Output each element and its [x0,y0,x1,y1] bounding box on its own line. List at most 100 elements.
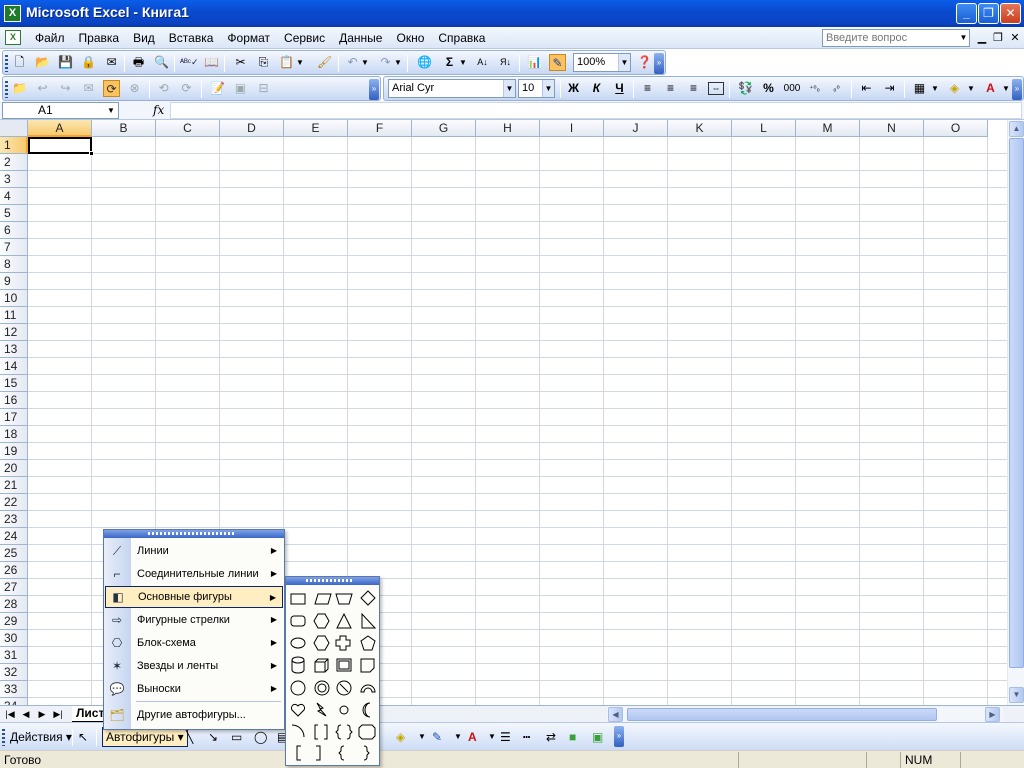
italic-button[interactable]: К [588,80,605,97]
row-header[interactable]: 11 [0,307,28,324]
row-header[interactable]: 31 [0,647,28,664]
column-header[interactable]: G [412,120,476,137]
doc-restore-icon[interactable]: ❐ [991,30,1005,46]
undo-icon[interactable]: ↶ [344,54,361,71]
column-header[interactable]: K [668,120,732,137]
formula-input[interactable] [170,102,1022,119]
align-center-icon[interactable]: ≡ [662,80,679,97]
last-sheet-icon[interactable]: ▶| [52,707,64,722]
hyperlink-icon[interactable]: 🌐 [416,54,433,71]
vertical-scrollbar[interactable]: ▲ ▼ [1007,120,1024,705]
row-header[interactable]: 15 [0,375,28,392]
select-all-corner[interactable] [0,120,28,137]
fill-handle[interactable] [89,151,94,156]
hexagon-shape[interactable] [313,635,330,651]
column-header[interactable]: M [796,120,860,137]
row-header[interactable]: 27 [0,579,28,596]
row-header[interactable]: 8 [0,256,28,273]
column-header[interactable]: J [604,120,668,137]
row-header[interactable]: 5 [0,205,28,222]
autoshapes-menu-item[interactable]: ✶ Звезды и ленты ▶ [105,655,283,677]
font-color-draw-dropdown-icon[interactable]: ▼ [488,728,496,746]
actions-menu[interactable]: Действия ▾ [10,728,72,746]
cube-shape[interactable] [314,658,329,673]
cut-icon[interactable]: ✂ [232,54,249,71]
autoshapes-menu-item[interactable]: ⇨ Фигурные стрелки ▶ [105,609,283,631]
shadow-icon[interactable]: ■ [569,728,576,746]
end-review-icon[interactable]: ⊗ [126,80,143,97]
paste-icon[interactable]: 📋 [278,54,295,71]
row-header[interactable]: 21 [0,477,28,494]
row-header[interactable]: 19 [0,443,28,460]
menu-item[interactable]: Справка [431,27,492,49]
line-icon[interactable]: ╲ [186,728,193,746]
sort-desc-icon[interactable]: Я↓ [497,54,514,71]
arrow-style-icon[interactable]: ⇄ [546,728,556,746]
permission-icon[interactable]: 🔒 [80,54,97,71]
borders-dropdown-icon[interactable]: ▼ [930,80,940,97]
next-icon[interactable]: ⟳ [178,80,195,97]
row-header[interactable]: 22 [0,494,28,511]
column-header[interactable]: E [284,120,348,137]
first-sheet-icon[interactable]: |◀ [4,707,16,722]
track-changes-icon[interactable]: ⟳ [103,80,120,97]
paste-dropdown-icon[interactable]: ▼ [295,54,305,71]
column-header[interactable]: N [860,120,924,137]
row-header[interactable]: 24 [0,528,28,545]
parallelogram-shape[interactable] [314,593,332,605]
line-color-icon[interactable]: ✎ [432,728,442,746]
oval-icon[interactable]: ◯ [254,728,267,746]
autoshapes-menu-item[interactable]: 💬 Выноски ▶ [105,678,283,700]
menu-item[interactable]: Правка [72,27,127,49]
email-icon[interactable]: ✉ [103,54,120,71]
name-box-dropdown-icon[interactable]: ▼ [105,103,117,118]
spelling-icon[interactable]: ᴬᴮᶜ✓ [180,54,199,71]
rectangle-shape[interactable] [290,593,306,605]
font-select[interactable]: Arial Cyr ▼ [388,79,516,98]
previous-icon[interactable]: ⟲ [155,80,172,97]
menu-item[interactable]: Данные [332,27,389,49]
autoshapes-menu-item[interactable]: ⎔ Блок-схема ▶ [105,632,283,654]
font-color-icon[interactable]: A [982,80,999,97]
zoom-dropdown-icon[interactable]: ▼ [618,54,630,71]
decrease-indent-icon[interactable]: ⇤ [858,80,875,97]
scroll-down-icon[interactable]: ▼ [1009,687,1024,703]
column-header[interactable]: F [348,120,412,137]
font-color-dropdown-icon[interactable]: ▼ [1001,80,1011,97]
next-sheet-icon[interactable]: ▶ [36,707,48,722]
right-bracket-shape[interactable] [316,745,321,761]
minimize-button[interactable]: _ [956,3,977,24]
redo-dropdown-icon[interactable]: ▼ [393,54,403,71]
sheet-tab[interactable]: Лист [72,706,104,722]
toolbar-options-icon-2[interactable]: » [369,79,379,100]
help-icon[interactable]: ❓ [636,54,653,71]
increase-decimal-icon[interactable]: ⁺⁰₀ [806,80,823,97]
fill-color-draw-icon[interactable]: ◈ [396,728,405,746]
rounded-rectangle-shape[interactable] [290,615,306,627]
row-header[interactable]: 13 [0,341,28,358]
row-header[interactable]: 12 [0,324,28,341]
menu-item[interactable]: Формат [220,27,277,49]
increase-indent-icon[interactable]: ⇥ [881,80,898,97]
print-preview-icon[interactable]: 🔍 [153,54,170,71]
toolbar-options-icon-4[interactable]: » [614,726,624,747]
horizontal-scrollbar[interactable]: ◀ ▶ [607,707,1003,722]
chart-wizard-icon[interactable]: 📊 [526,54,543,71]
menu-item[interactable]: Окно [389,27,431,49]
comment-icon[interactable]: 📝 [209,80,226,97]
arrow-icon[interactable]: ↘ [208,728,218,746]
doc-close-icon[interactable]: ✕ [1008,30,1022,46]
row-header[interactable]: 16 [0,392,28,409]
active-cell[interactable] [28,137,94,156]
fill-color-icon[interactable]: ◈ [946,80,963,97]
redo-icon[interactable]: ↷ [377,54,394,71]
column-header[interactable]: C [156,120,220,137]
left-bracket-shape[interactable] [296,745,301,761]
double-brace-shape[interactable] [335,724,353,740]
smiley-shape[interactable] [290,680,306,696]
cross-shape[interactable] [335,635,351,651]
scroll-up-icon[interactable]: ▲ [1009,121,1024,137]
column-header[interactable]: O [924,120,988,137]
row-header[interactable]: 4 [0,188,28,205]
font-color-draw-icon[interactable]: A [468,728,477,746]
